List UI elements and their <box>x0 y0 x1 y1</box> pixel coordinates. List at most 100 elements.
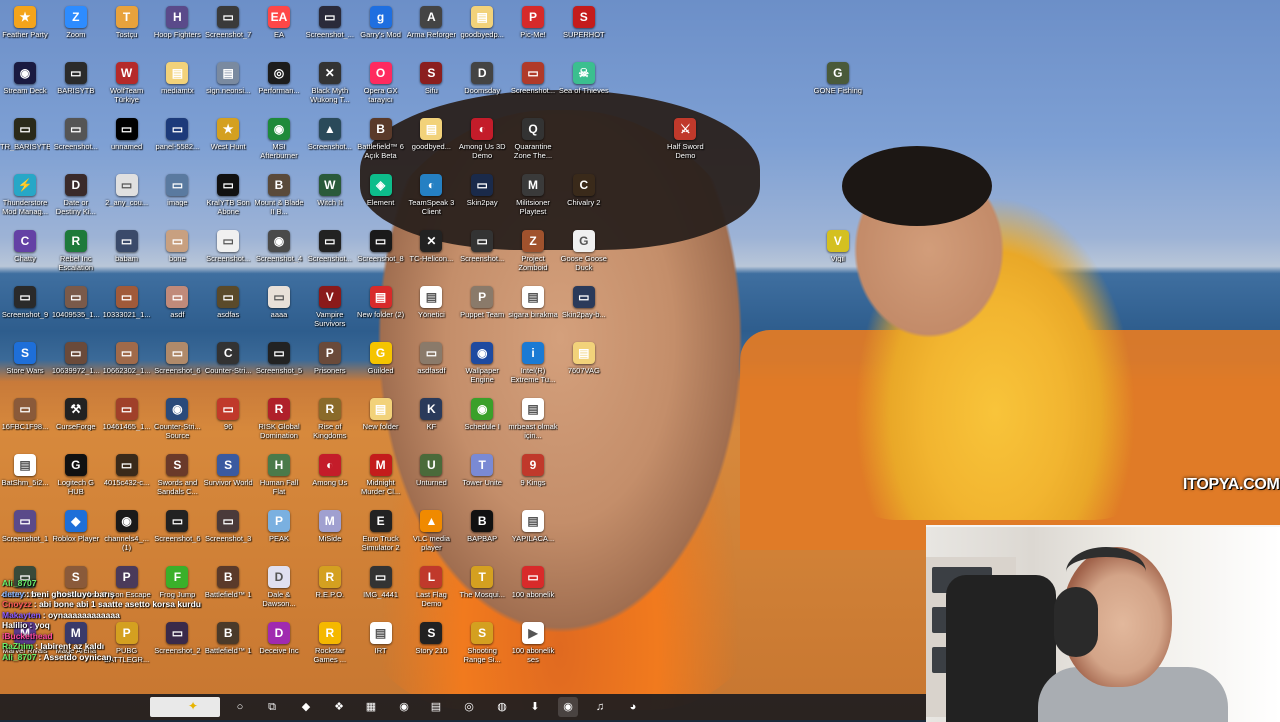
desktop-shortcut[interactable]: Q Quarantine Zone The... <box>508 114 558 166</box>
taskbar-search-box[interactable]: ✦ <box>150 697 220 717</box>
desktop-shortcut[interactable]: S Swords and Sandals C... <box>152 450 202 502</box>
desktop-shortcut[interactable]: ▭ Screenshot_8 <box>356 226 406 278</box>
desktop-shortcut[interactable]: ◉ channels4_... (1) <box>102 506 152 558</box>
desktop-shortcut[interactable]: G Logitech G HUB <box>51 450 101 502</box>
desktop-shortcut[interactable]: g Garry's Mod <box>356 2 406 54</box>
desktop-shortcut[interactable]: ◉ Wallpaper Engine <box>457 338 507 390</box>
desktop-shortcut[interactable]: M MiSide <box>305 506 355 558</box>
desktop-shortcut[interactable]: ▭ 96 <box>203 394 253 446</box>
desktop-shortcut[interactable]: ◐ Among Us 3D Demo <box>457 114 507 166</box>
desktop-shortcut[interactable]: ▲ Screenshot... <box>305 114 355 166</box>
desktop-shortcut[interactable]: ✕ TC-Helicon... <box>406 226 456 278</box>
desktop-shortcut[interactable]: W WolfTeam Türkiye <box>102 58 152 110</box>
desktop-shortcut[interactable]: ▭ Skin2pay-b... <box>559 282 609 334</box>
desktop-shortcut[interactable]: G Guilded <box>356 338 406 390</box>
desktop-shortcut[interactable]: ◆ Roblox Player <box>51 506 101 558</box>
desktop-shortcut[interactable]: S Store Wars <box>0 338 50 390</box>
stream-deck-icon[interactable]: ◆ <box>296 697 316 717</box>
desktop-shortcut[interactable]: ▭ Screenshot_6 <box>152 506 202 558</box>
desktop-shortcut[interactable]: U Unturned <box>406 450 456 502</box>
desktop-shortcut[interactable]: ▭ Screenshot... <box>508 58 558 110</box>
desktop-shortcut[interactable]: ★ Feather Party <box>0 2 50 54</box>
desktop-shortcut[interactable]: ◐ Among Us <box>305 450 355 502</box>
desktop-shortcut[interactable]: D Date or Destiny Ki... <box>51 170 101 222</box>
task-view-icon[interactable]: ⧉ <box>262 697 282 717</box>
desktop-shortcut[interactable]: H Human Fall Flat <box>254 450 304 502</box>
calculator-icon[interactable]: ▦ <box>361 697 381 717</box>
chrome-icon[interactable]: ◉ <box>394 697 414 717</box>
desktop-shortcut[interactable]: ▭ 16FBC1F98... <box>0 394 50 446</box>
desktop-shortcut[interactable]: ▲ VLC media player <box>406 506 456 558</box>
desktop-shortcut[interactable]: ▭ Screenshot... <box>457 226 507 278</box>
desktop-shortcut[interactable]: ▭ 10461465_1... <box>102 394 152 446</box>
desktop-shortcut[interactable]: ▤ 7607VAG <box>559 338 609 390</box>
desktop-shortcut[interactable]: ◐ TeamSpeak 3 Client <box>406 170 456 222</box>
desktop-shortcut[interactable]: T The Mosqui... <box>457 562 507 614</box>
desktop-shortcut[interactable]: ▭ 4015c432-c... <box>102 450 152 502</box>
installer-icon[interactable]: ⬇ <box>525 697 545 717</box>
desktop-shortcut[interactable]: ▤ Yönetici <box>406 282 456 334</box>
desktop-shortcut[interactable]: B Battlefield™ 6 Açık Beta <box>356 114 406 166</box>
desktop-shortcut[interactable]: L Last Flag Demo <box>406 562 456 614</box>
desktop-shortcut[interactable]: ⚒ CurseForge <box>51 394 101 446</box>
desktop-shortcut[interactable]: ▭ Screenshot_1 <box>0 506 50 558</box>
desktop-shortcut[interactable]: ▭ Screenshot_5 <box>254 338 304 390</box>
desktop-shortcut[interactable]: R Rise of Kingdoms <box>305 394 355 446</box>
desktop-shortcut[interactable]: ▭ asdfas <box>203 282 253 334</box>
desktop-shortcut[interactable]: K KF <box>406 394 456 446</box>
desktop-shortcut[interactable]: C Chivalry 2 <box>559 170 609 222</box>
desktop-shortcut[interactable]: 9 9 Kings <box>508 450 558 502</box>
desktop-shortcut[interactable]: ▭ Screenshot_3 <box>203 506 253 558</box>
desktop-shortcut[interactable]: S Story 210 <box>406 618 456 670</box>
desktop-shortcut[interactable]: ▭ 100 abonelik <box>508 562 558 614</box>
desktop-shortcut[interactable]: P Prisoners <box>305 338 355 390</box>
discord-icon[interactable]: ◕ <box>623 697 643 717</box>
desktop-shortcut[interactable]: ▤ goodbyedp... <box>457 2 507 54</box>
desktop-shortcut[interactable]: ▭ Screenshot_... <box>305 2 355 54</box>
desktop-shortcut[interactable]: B Mount & Blade II B... <box>254 170 304 222</box>
desktop-shortcut[interactable]: ▤ sigara bırakma <box>508 282 558 334</box>
desktop-shortcut[interactable]: ▶ 100 abonelik ses <box>508 618 558 670</box>
desktop-shortcut[interactable]: ▤ New folder (2) <box>356 282 406 334</box>
desktop-shortcut[interactable]: ▭ image <box>152 170 202 222</box>
desktop-shortcut[interactable]: ◉ Schedule I <box>457 394 507 446</box>
desktop-shortcut[interactable]: ▤ goodbyed... <box>406 114 456 166</box>
desktop-shortcut[interactable]: ▭ asdfasdf <box>406 338 456 390</box>
desktop-shortcut[interactable]: ✕ Black Myth Wukong T... <box>305 58 355 110</box>
desktop-shortcut[interactable]: C Chatty <box>0 226 50 278</box>
file-explorer-icon[interactable]: ▤ <box>426 697 446 717</box>
desktop-shortcut[interactable]: ⚔ Half Sword Demo <box>660 114 710 166</box>
desktop-shortcut[interactable]: W Witch It <box>305 170 355 222</box>
desktop-shortcut[interactable]: ▭ asdf <box>152 282 202 334</box>
desktop-shortcut[interactable]: ▭ 10639972_1... <box>51 338 101 390</box>
desktop-shortcut[interactable]: ◉ Stream Deck <box>0 58 50 110</box>
desktop-shortcut[interactable]: R RISK Global Domination <box>254 394 304 446</box>
desktop-shortcut[interactable]: ▤ YAPILACA... <box>508 506 558 558</box>
desktop-shortcut[interactable]: ◉ Screenshot_4 <box>254 226 304 278</box>
desktop-shortcut[interactable]: ▭ Screenshot... <box>305 226 355 278</box>
desktop-shortcut[interactable]: ▭ BARISYTB <box>51 58 101 110</box>
desktop-shortcut[interactable]: ▤ IRT <box>356 618 406 670</box>
desktop-shortcut[interactable]: ▭ unnamed <box>102 114 152 166</box>
desktop-shortcut[interactable]: P PEAK <box>254 506 304 558</box>
cortana-icon[interactable]: ○ <box>230 697 250 717</box>
desktop-shortcut[interactable]: ▭ KralYTB Son Abone <box>203 170 253 222</box>
desktop-shortcut[interactable]: ▭ Screenshot... <box>51 114 101 166</box>
desktop-shortcut[interactable]: ⚡ Thunderstore Mod Manag... <box>0 170 50 222</box>
desktop-shortcut[interactable]: ▤ mediamtx <box>152 58 202 110</box>
obs-icon[interactable]: ◍ <box>492 697 512 717</box>
steam-icon[interactable]: ◎ <box>459 697 479 717</box>
desktop-shortcut[interactable]: A Arma Reforger <box>406 2 456 54</box>
desktop-shortcut[interactable]: ▤ mrbeast olmak için... <box>508 394 558 446</box>
desktop-shortcut[interactable]: ▭ 10662302_1... <box>102 338 152 390</box>
desktop-shortcut[interactable]: V Vigil <box>813 226 863 278</box>
desktop-shortcut[interactable]: ▭ aaaa <box>254 282 304 334</box>
chrome-icon[interactable]: ◉ <box>558 697 578 717</box>
desktop-shortcut[interactable]: EA EA <box>254 2 304 54</box>
desktop-shortcut[interactable]: ▤ sign.neonsi... <box>203 58 253 110</box>
desktop-shortcut[interactable]: M Midnight Murder Cl... <box>356 450 406 502</box>
desktop-shortcut[interactable]: B BAPBAP <box>457 506 507 558</box>
desktop-shortcut[interactable]: S Shooting Range Si... <box>457 618 507 670</box>
desktop-shortcut[interactable]: C Counter-Stri... <box>203 338 253 390</box>
desktop-shortcut[interactable]: Z Project Zomboid <box>508 226 558 278</box>
